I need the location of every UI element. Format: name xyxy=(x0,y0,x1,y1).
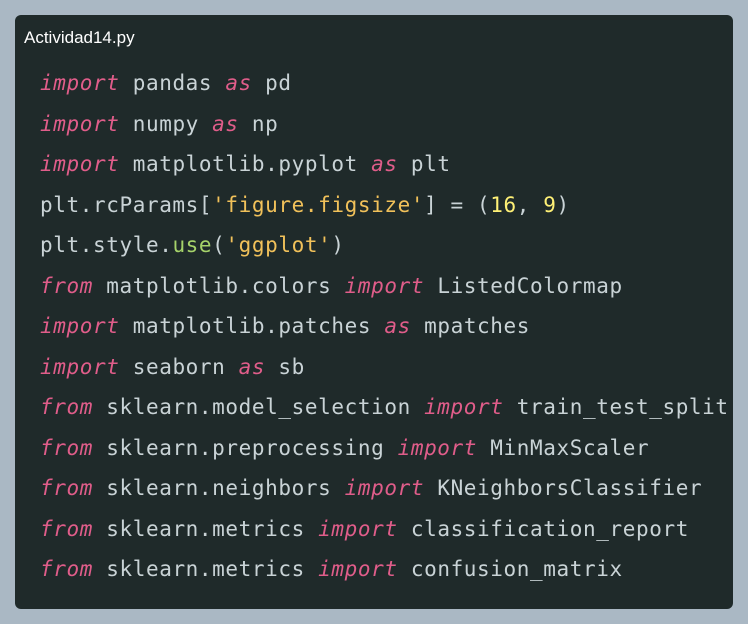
code-line: import seaborn as sb xyxy=(40,347,729,388)
code-token-str: 'figure.figsize' xyxy=(212,192,425,217)
code-line: import pandas as pd xyxy=(40,63,729,104)
code-token-plain: MinMaxScaler xyxy=(477,435,650,460)
code-token-kw: from xyxy=(40,476,93,500)
code-token-plain: classification_report xyxy=(397,516,689,541)
code-token-plain: ( xyxy=(212,233,226,257)
code-token-plain: confusion_matrix xyxy=(397,557,623,581)
code-token-kw: as xyxy=(225,71,252,95)
code-line: from sklearn.preprocessing import MinMax… xyxy=(40,428,729,469)
code-token-num: 9 xyxy=(543,192,557,217)
code-token-kw: import xyxy=(318,557,398,581)
code-line: from sklearn.metrics import confusion_ma… xyxy=(40,549,729,590)
code-token-plain: KNeighborsClassifier xyxy=(424,476,703,500)
code-line: from sklearn.model_selection import trai… xyxy=(40,387,729,428)
code-line: plt.style.use('ggplot') xyxy=(40,225,729,266)
code-token-kw: as xyxy=(238,354,266,379)
code-token-kw: import xyxy=(397,435,478,460)
code-line: import numpy as np xyxy=(40,104,729,145)
code-token-plain: ) xyxy=(331,233,345,257)
code-token-plain: plt xyxy=(397,152,451,176)
code-window: Actividad14.py import pandas as pd import… xyxy=(15,15,733,609)
code-token-kw: import xyxy=(344,273,425,298)
code-token-plain: mpatches xyxy=(410,314,531,338)
code-block[interactable]: import pandas as pd import numpy as np imp… xyxy=(40,63,729,590)
code-token-kw: import xyxy=(424,395,504,419)
code-token-kw: from xyxy=(40,273,93,298)
code-token-plain: sklearn.metrics xyxy=(92,557,319,581)
code-token-kw: import xyxy=(40,314,120,338)
code-token-plain: sklearn.preprocessing xyxy=(92,435,398,460)
code-token-plain: sb xyxy=(265,354,305,379)
code-token-str: 'ggplot' xyxy=(225,233,332,257)
code-token-plain: matplotlib.pyplot xyxy=(119,152,372,176)
code-token-plain: , xyxy=(516,192,544,217)
code-token-kw: as xyxy=(212,111,239,136)
code-line: from matplotlib.colors import ListedColo… xyxy=(40,266,729,307)
code-token-plain: sklearn.metrics xyxy=(92,516,319,541)
code-token-num: 16 xyxy=(490,192,517,217)
code-token-plain: numpy xyxy=(119,111,213,136)
code-token-plain: ] = ( xyxy=(424,192,491,217)
code-token-kw: from xyxy=(40,435,93,460)
code-token-kw: as xyxy=(371,152,398,176)
code-token-kw: import xyxy=(318,516,398,541)
file-name: Actividad14.py xyxy=(24,28,135,47)
code-line: from sklearn.neighbors import KNeighbors… xyxy=(40,468,729,509)
code-token-kw: from xyxy=(40,557,93,581)
code-line: from sklearn.metrics import classificati… xyxy=(40,509,729,550)
code-token-plain: np xyxy=(238,111,279,136)
code-token-plain: ListedColormap xyxy=(424,273,623,298)
code-token-kw: from xyxy=(40,395,93,419)
code-token-plain: seaborn xyxy=(119,354,239,379)
code-line: import matplotlib.patches as mpatches xyxy=(40,306,729,347)
code-token-plain: matplotlib.colors xyxy=(92,273,345,298)
code-token-plain: sklearn.neighbors xyxy=(92,476,345,500)
code-token-kw: import xyxy=(40,152,120,176)
code-token-kw: as xyxy=(384,314,411,338)
code-token-kw: import xyxy=(40,354,120,379)
code-line: import matplotlib.pyplot as plt xyxy=(40,144,729,185)
code-token-kw: import xyxy=(40,111,120,136)
code-token-kw: from xyxy=(40,516,93,541)
code-token-plain: train_test_split xyxy=(503,395,729,419)
code-token-fn: use xyxy=(172,233,213,257)
code-line: plt.rcParams['figure.figsize'] = (16, 9) xyxy=(40,185,729,226)
code-token-plain: pandas xyxy=(119,71,226,95)
code-token-plain: ) xyxy=(556,192,570,217)
code-token-plain: matplotlib.patches xyxy=(119,314,385,338)
code-token-plain: plt.style. xyxy=(40,233,173,257)
code-token-plain: plt.rcParams[ xyxy=(40,192,213,217)
code-token-plain: pd xyxy=(251,71,292,95)
code-token-kw: import xyxy=(344,476,425,500)
code-token-plain: sklearn.model_selection xyxy=(92,395,425,419)
code-token-kw: import xyxy=(40,71,120,95)
